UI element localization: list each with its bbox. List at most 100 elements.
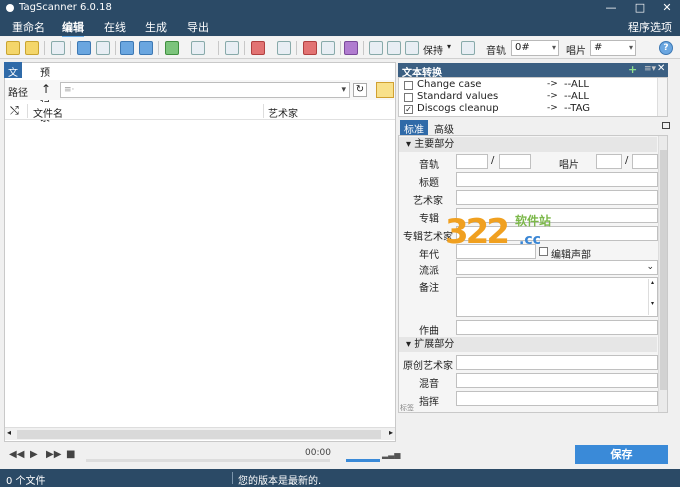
select-all-icon[interactable] [77,41,91,55]
move-down-icon[interactable] [120,41,134,55]
title-field[interactable] [456,172,658,187]
vertical-scrollbar[interactable] [658,136,667,412]
toolbar: 保持 ▾ 音轨 0# ▾ 唱片 # ▾ ? [0,37,680,59]
menu-online[interactable]: 在线 [104,19,126,35]
open-folder-icon[interactable] [6,41,20,55]
move-up-icon[interactable] [139,41,153,55]
column-artist[interactable]: 艺术家 [268,105,298,120]
menu-edit[interactable]: 编辑 [62,19,84,38]
remixer-field[interactable] [456,373,658,388]
seek-bar[interactable] [86,459,330,462]
comment-scrollbar[interactable]: ▴ ▾ [648,279,656,315]
disc-field-label: 唱片 [559,160,579,171]
column-filename[interactable]: 文件名 [33,105,63,120]
rule-name: Change case [417,79,482,90]
folder-up-icon[interactable]: ↑ [41,82,51,96]
scroll-left-icon[interactable]: ◂ [7,428,11,437]
menu-generate[interactable]: 生成 [145,19,167,35]
play-icon[interactable]: ▶ [30,449,38,460]
remixer-field-label: 混音 [419,379,439,390]
track-icon[interactable] [461,41,475,55]
section-extended-label: 扩展部分 [414,339,455,350]
close-button[interactable]: ✕ [656,0,678,17]
list-item[interactable]: ✓ Discogs cleanup -> --TAG [399,103,659,116]
next-icon[interactable]: ▶▶ [46,449,61,460]
previous-icon[interactable]: ◀◀ [9,449,24,460]
comment-field[interactable]: ▴ ▾ [456,277,658,317]
replace-icon[interactable] [344,41,358,55]
keep-dropdown[interactable]: 保持 [423,42,443,57]
menu-bar: 重命名 编辑 在线 生成 导出 程序选项 [0,17,680,38]
track-format-select[interactable]: 0# ▾ [511,40,559,56]
section-extended[interactable]: ▾ 扩展部分 [399,337,657,352]
shuffle-icon[interactable]: ⤭ [10,104,19,118]
menu-icon[interactable]: ≡▾ [644,64,656,74]
sort-icon[interactable] [191,41,205,55]
toolbar-divider [158,41,159,55]
chevron-down-icon[interactable]: ▾ [447,42,451,51]
tab-advanced[interactable]: 高级 [430,120,458,136]
save-button[interactable]: 保存 [575,445,668,464]
help-icon[interactable]: ? [659,41,673,55]
app-icon [6,4,14,12]
vertical-scrollbar[interactable] [657,78,667,116]
minimize-button[interactable]: — [600,0,622,17]
file-info-icon[interactable] [321,41,335,55]
text-convert-header: 文本转换 + ≡▾ ✕ [398,63,668,79]
remove-tag-icon[interactable] [277,41,291,55]
toolbar-divider [70,41,71,55]
toolbar-divider [218,41,219,55]
scroll-thumb[interactable] [17,430,381,439]
select-none-icon[interactable] [96,41,110,55]
collapse-icon[interactable] [662,122,670,129]
browse-folder-icon[interactable] [376,82,394,98]
refresh-icon[interactable]: ↻ [353,83,367,97]
menu-export[interactable]: 导出 [187,19,209,35]
composer-field-label: 作曲 [419,326,439,337]
disc-format-value: # [594,42,603,53]
undo-icon[interactable] [51,41,65,55]
save-tags-icon[interactable] [405,41,419,55]
horizontal-scrollbar[interactable]: ◂ ▸ [5,427,395,440]
volume-bar[interactable] [346,459,380,462]
disc-format-select[interactable]: # ▾ [590,40,636,56]
search-icon[interactable] [225,41,239,55]
track-total-field[interactable] [499,154,531,169]
conductor-field[interactable] [456,391,658,406]
status-divider [232,472,233,484]
import-icon[interactable] [369,41,383,55]
add-folder-icon[interactable] [25,41,39,55]
export-icon[interactable] [387,41,401,55]
path-input[interactable]: ≡· ▾ [60,82,350,98]
tab-standard[interactable]: 标准 [400,120,428,136]
scroll-thumb[interactable] [660,150,667,390]
checkbox[interactable] [404,93,413,102]
menu-rename[interactable]: 重命名 [12,19,45,35]
original-artist-field[interactable] [456,355,658,370]
artist-field[interactable] [456,190,658,205]
composer-field[interactable] [456,320,658,335]
toolbar-divider [115,41,116,55]
toolbar-divider [340,41,341,55]
conductor-field-label: 指挥 [419,397,439,408]
tab-preview-log[interactable]: 预览记录 [36,62,54,124]
watermark-text: 软件站 [515,214,552,228]
checkbox[interactable] [404,81,413,90]
tag-editor-panel: ▾ 主要部分 音轨 / 唱片 / 标题 艺术家 专辑 专辑艺术家 年代 编辑声部… [398,135,668,413]
tag-editor-icon[interactable] [251,41,265,55]
section-main[interactable]: ▾ 主要部分 [399,137,657,152]
close-icon[interactable]: ✕ [657,63,665,74]
disc-field[interactable] [596,154,622,169]
play-file-icon[interactable] [303,41,317,55]
genre-select[interactable]: ⌄ [456,260,658,275]
view-mode-icon[interactable] [165,41,179,55]
checkbox-checked[interactable]: ✓ [404,105,413,114]
scroll-right-icon[interactable]: ▸ [389,428,393,437]
disc-total-field[interactable] [632,154,658,169]
maximize-button[interactable]: □ [629,0,651,17]
menu-program-options[interactable]: 程序选项 [628,19,672,35]
track-field[interactable] [456,154,488,169]
tab-files[interactable]: 文件 [4,62,22,94]
add-icon[interactable]: + [628,63,637,76]
stop-icon[interactable]: ■ [66,449,75,460]
